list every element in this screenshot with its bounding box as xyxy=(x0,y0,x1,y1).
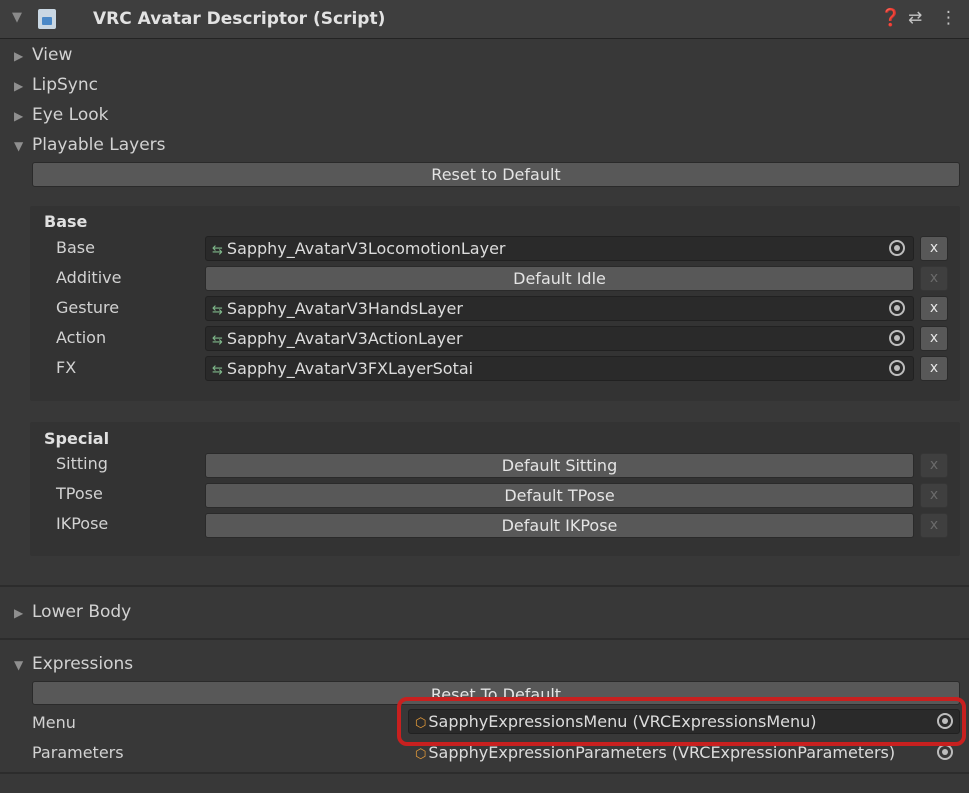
layer-label-base: Base xyxy=(56,238,95,257)
clear-tpose-button: x xyxy=(920,483,948,508)
layer-label-gesture: Gesture xyxy=(56,298,120,317)
menu-label: Menu xyxy=(32,713,76,732)
component-header[interactable]: ▼ VRC Avatar Descriptor (Script) ❓ ⇄ ⋮ xyxy=(0,0,969,39)
kebab-menu-icon[interactable]: ⋮ xyxy=(940,8,957,28)
foldout-label: Eye Look xyxy=(32,105,109,125)
expand-arrow-icon: ▶ xyxy=(14,49,24,63)
expression-parameters-asset-icon: ⬡ xyxy=(415,747,427,762)
foldout-label: LipSync xyxy=(32,75,98,95)
object-picker-icon[interactable] xyxy=(889,300,905,316)
component-title: VRC Avatar Descriptor (Script) xyxy=(93,9,386,29)
animator-controller-icon: ⇆ xyxy=(212,303,223,318)
clear-additive-button: x xyxy=(920,266,948,291)
layer-label-fx: FX xyxy=(56,358,77,377)
preset-icon[interactable]: ⇄ xyxy=(908,8,922,28)
object-picker-icon[interactable] xyxy=(889,330,905,346)
additive-default-button[interactable]: Default Idle xyxy=(205,266,914,291)
layer-label-sitting: Sitting xyxy=(56,454,108,473)
divider xyxy=(0,585,969,587)
clear-action-button[interactable]: x xyxy=(920,326,948,351)
foldout-label: Expressions xyxy=(32,654,134,674)
layer-label-tpose: TPose xyxy=(56,484,103,503)
foldout-eye-look[interactable]: ▶ Eye Look xyxy=(14,105,108,125)
sitting-default-button[interactable]: Default Sitting xyxy=(205,453,914,478)
clear-gesture-button[interactable]: x xyxy=(920,296,948,321)
foldout-lipsync[interactable]: ▶ LipSync xyxy=(14,75,98,95)
field-value: Sapphy_AvatarV3ActionLayer xyxy=(226,329,463,348)
layer-label-action: Action xyxy=(56,328,107,347)
field-value: Sapphy_AvatarV3HandsLayer xyxy=(226,299,463,318)
field-value: Sapphy_AvatarV3FXLayerSotai xyxy=(226,359,474,378)
section-title-special: Special xyxy=(44,429,110,448)
foldout-playable-layers[interactable]: ▼ Playable Layers xyxy=(14,135,166,155)
section-title-base: Base xyxy=(44,212,88,231)
object-picker-icon[interactable] xyxy=(889,240,905,256)
gesture-layer-field[interactable]: ⇆ Sapphy_AvatarV3HandsLayer xyxy=(205,296,914,321)
object-picker-icon[interactable] xyxy=(937,744,953,760)
collapse-arrow-icon: ▼ xyxy=(14,139,24,153)
fx-layer-field[interactable]: ⇆ Sapphy_AvatarV3FXLayerSotai xyxy=(205,356,914,381)
help-icon[interactable]: ❓ xyxy=(880,8,901,28)
foldout-lower-body[interactable]: ▶ Lower Body xyxy=(14,602,131,622)
action-layer-field[interactable]: ⇆ Sapphy_AvatarV3ActionLayer xyxy=(205,326,914,351)
object-picker-icon[interactable] xyxy=(889,360,905,376)
layer-label-ikpose: IKPose xyxy=(56,514,109,533)
tpose-default-button[interactable]: Default TPose xyxy=(205,483,914,508)
expand-arrow-icon: ▶ xyxy=(14,109,24,123)
animator-controller-icon: ⇆ xyxy=(212,363,223,378)
animator-controller-icon: ⇆ xyxy=(212,243,223,258)
divider xyxy=(0,772,969,774)
clear-sitting-button: x xyxy=(920,453,948,478)
divider xyxy=(0,638,969,640)
clear-fx-button[interactable]: x xyxy=(920,356,948,381)
clear-ikpose-button: x xyxy=(920,513,948,538)
base-layer-field[interactable]: ⇆ Sapphy_AvatarV3LocomotionLayer xyxy=(205,236,914,261)
foldout-expressions[interactable]: ▼ Expressions xyxy=(14,654,133,674)
field-value: Sapphy_AvatarV3LocomotionLayer xyxy=(226,239,506,258)
layer-label-additive: Additive xyxy=(56,268,122,287)
foldout-label: Lower Body xyxy=(32,602,132,622)
expand-arrow-icon: ▶ xyxy=(14,606,24,620)
script-icon xyxy=(38,9,56,29)
animator-controller-icon: ⇆ xyxy=(212,333,223,348)
annotation-highlight-box xyxy=(397,697,966,746)
collapse-arrow-icon[interactable]: ▼ xyxy=(12,10,22,25)
foldout-label: Playable Layers xyxy=(32,135,166,155)
foldout-view[interactable]: ▶ View xyxy=(14,45,72,65)
ikpose-default-button[interactable]: Default IKPose xyxy=(205,513,914,538)
reset-to-default-button[interactable]: Reset to Default xyxy=(32,162,960,187)
expand-arrow-icon: ▶ xyxy=(14,79,24,93)
collapse-arrow-icon: ▼ xyxy=(14,658,24,672)
clear-base-button[interactable]: x xyxy=(920,236,948,261)
foldout-label: View xyxy=(32,45,73,65)
parameters-label: Parameters xyxy=(32,743,124,762)
